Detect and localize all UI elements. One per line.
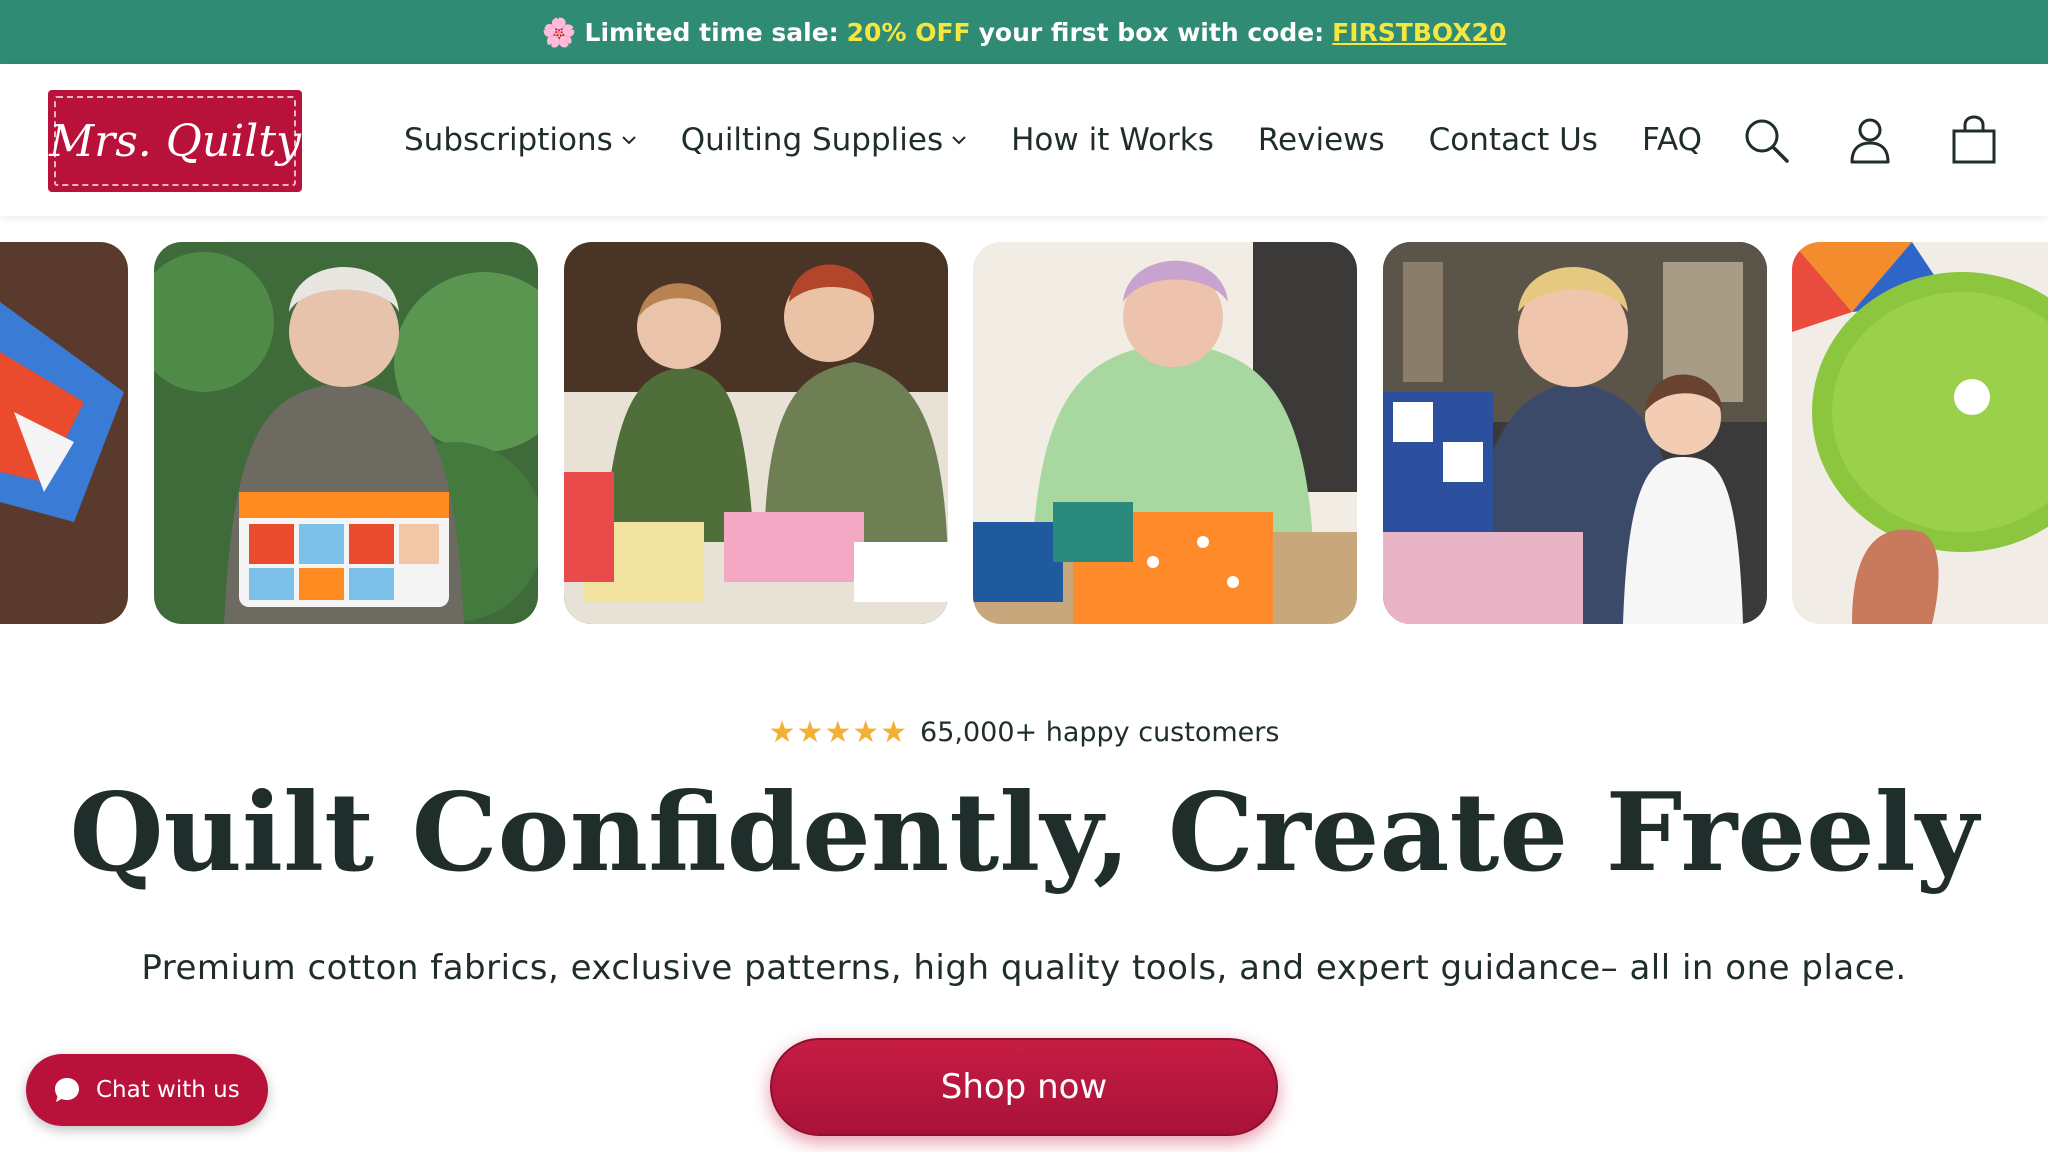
chat-label: Chat with us bbox=[96, 1077, 240, 1103]
nav-item-contact-us[interactable]: Contact Us bbox=[1429, 122, 1598, 158]
carousel-photo bbox=[1792, 242, 2048, 624]
announcement-bar: 🌸 Limited time sale: 20% OFF your first … bbox=[0, 0, 2048, 64]
site-header: Mrs. Quilty Subscriptions Quilting Suppl… bbox=[0, 64, 2048, 216]
promo-code-link[interactable]: FIRSTBOX20 bbox=[1332, 18, 1506, 47]
nav-item-label: Reviews bbox=[1257, 122, 1385, 158]
logo[interactable]: Mrs. Quilty bbox=[48, 90, 302, 192]
chat-button[interactable]: Chat with us bbox=[26, 1054, 268, 1126]
search-icon[interactable] bbox=[1740, 114, 1792, 166]
shop-now-button[interactable]: Shop now bbox=[770, 1038, 1278, 1136]
nav-item-quilting-supplies[interactable]: Quilting Supplies bbox=[681, 122, 967, 158]
account-icon[interactable] bbox=[1844, 114, 1896, 166]
announcement-prefix: Limited time sale: bbox=[584, 17, 839, 47]
nav-item-label: FAQ bbox=[1641, 122, 1703, 158]
star-rating-icon: ★★★★★ bbox=[768, 714, 909, 750]
carousel-photo bbox=[154, 242, 538, 624]
nav-item-label: How it Works bbox=[1011, 122, 1214, 158]
announcement-discount: 20% OFF bbox=[846, 17, 971, 47]
nav-item-reviews[interactable]: Reviews bbox=[1258, 122, 1385, 158]
nav-item-label: Contact Us bbox=[1428, 122, 1598, 158]
hero-subheadline: Premium cotton fabrics, exclusive patter… bbox=[141, 948, 1907, 988]
carousel-photo bbox=[973, 242, 1357, 624]
carousel-photo bbox=[0, 242, 128, 624]
customer-rating: ★★★★★ 65,000+ happy customers bbox=[0, 712, 2048, 752]
photo-carousel[interactable] bbox=[0, 240, 2048, 626]
nav-item-label: Quilting Supplies bbox=[680, 122, 944, 158]
announcement-middle: your first box with code: bbox=[978, 17, 1325, 47]
carousel-photo bbox=[1383, 242, 1767, 624]
chat-bubble-icon bbox=[55, 1078, 79, 1102]
chevron-down-icon bbox=[952, 136, 966, 145]
header-icons bbox=[1740, 64, 2000, 216]
nav-item-subscriptions[interactable]: Subscriptions bbox=[404, 122, 637, 158]
nav-item-label: Subscriptions bbox=[404, 122, 613, 158]
rating-text: 65,000+ happy customers bbox=[920, 716, 1280, 748]
nav-item-how-it-works[interactable]: How it Works bbox=[1011, 122, 1214, 158]
main-nav: Subscriptions Quilting Supplies How it W… bbox=[404, 64, 1702, 216]
carousel-photo bbox=[564, 242, 948, 624]
flower-icon: 🌸 bbox=[541, 15, 577, 49]
cart-icon[interactable] bbox=[1948, 114, 2000, 166]
nav-item-faq[interactable]: FAQ bbox=[1642, 122, 1702, 158]
hero-headline: Quilt Confidently, Create Freely bbox=[69, 770, 1979, 896]
chevron-down-icon bbox=[622, 136, 636, 145]
logo-text: Mrs. Quilty bbox=[49, 115, 301, 167]
